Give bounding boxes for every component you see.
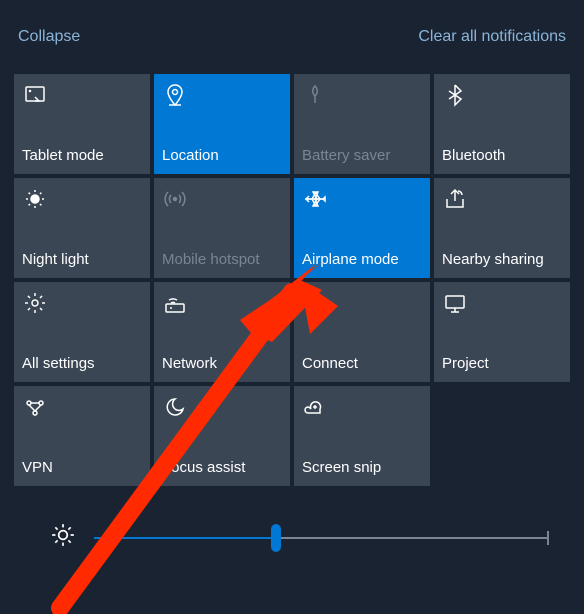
tile-label: Tablet mode [22,147,142,164]
tile-label: Nearby sharing [442,251,562,268]
quick-action-tiles: Tablet mode Location Battery saver Bluetoot… [14,74,570,486]
tile-label: Night light [22,251,142,268]
tile-mobile-hotspot[interactable]: Mobile hotspot [154,178,290,278]
share-icon [442,186,468,212]
tile-battery-saver[interactable]: Battery saver [294,74,430,174]
brightness-row [50,522,548,553]
battery-icon [302,82,328,108]
tile-label: Focus assist [162,459,282,476]
tile-screen-snip[interactable]: Screen snip [294,386,430,486]
tile-focus-assist[interactable]: Focus assist [154,386,290,486]
project-icon [442,290,468,316]
focus-icon [162,394,188,420]
tile-label: Screen snip [302,459,422,476]
tile-label: Project [442,355,562,372]
night-icon [22,186,48,212]
tile-airplane-mode[interactable]: Airplane mode [294,178,430,278]
tile-label: Mobile hotspot [162,251,282,268]
connect-icon [302,290,328,316]
tile-tablet-mode[interactable]: Tablet mode [14,74,150,174]
tile-bluetooth[interactable]: Bluetooth [434,74,570,174]
location-icon [162,82,188,108]
tile-all-settings[interactable]: All settings [14,282,150,382]
tile-label: All settings [22,355,142,372]
tile-label: Airplane mode [302,251,422,268]
network-icon [162,290,188,316]
tile-night-light[interactable]: Night light [14,178,150,278]
tile-network[interactable]: Network [154,282,290,382]
action-center-top-links: Collapse Clear all notifications [0,0,584,46]
tile-label: Location [162,147,282,164]
brightness-slider-thumb[interactable] [271,524,281,552]
bluetooth-icon [442,82,468,108]
tile-project[interactable]: Project [434,282,570,382]
tile-label: VPN [22,459,142,476]
clear-all-notifications-link[interactable]: Clear all notifications [418,28,566,46]
airplane-icon [302,186,328,212]
tile-connect[interactable]: Connect [294,282,430,382]
hotspot-icon [162,186,188,212]
tile-label: Bluetooth [442,147,562,164]
brightness-slider[interactable] [94,526,548,550]
brightness-icon [50,522,76,553]
tile-vpn[interactable]: VPN [14,386,150,486]
snip-icon [302,394,328,420]
tile-label: Connect [302,355,422,372]
tile-label: Battery saver [302,147,422,164]
collapse-link[interactable]: Collapse [18,28,80,46]
settings-icon [22,290,48,316]
tablet-icon [22,82,48,108]
tile-location[interactable]: Location [154,74,290,174]
tile-nearby-sharing[interactable]: Nearby sharing [434,178,570,278]
vpn-icon [22,394,48,420]
tile-label: Network [162,355,282,372]
